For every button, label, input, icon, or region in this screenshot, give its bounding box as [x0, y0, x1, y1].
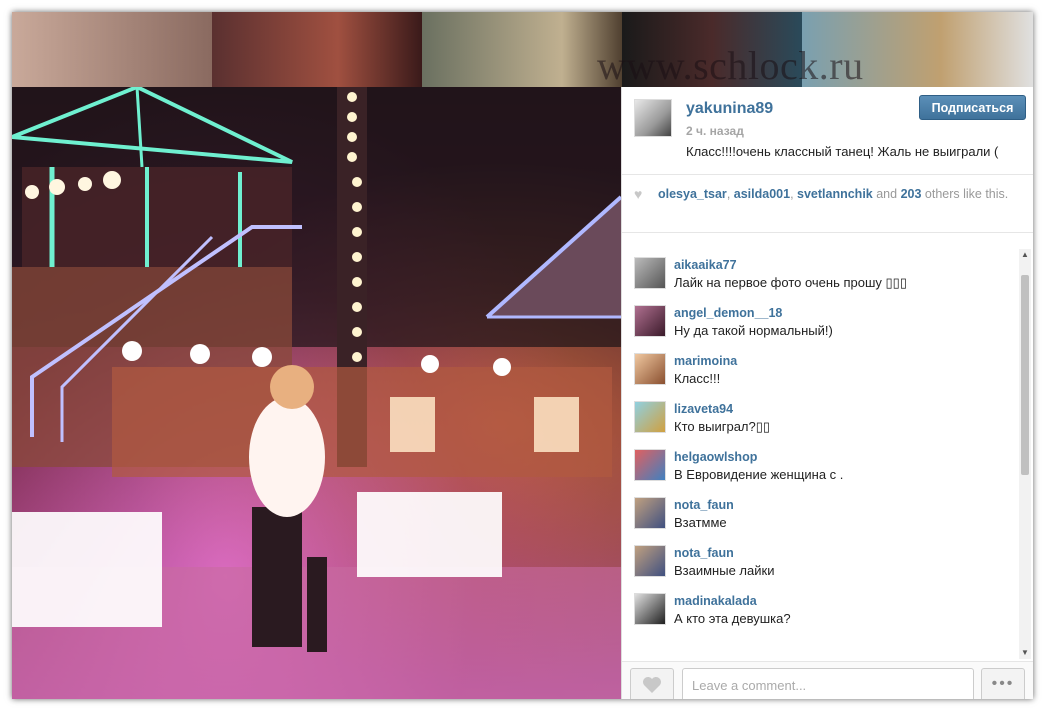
heart-icon — [643, 677, 661, 693]
likes-separator: , — [790, 187, 798, 201]
heart-icon: ♥ — [634, 186, 643, 202]
like-user-link[interactable]: svetlannchik — [797, 187, 873, 201]
comment-username[interactable]: nota_faun — [674, 546, 734, 560]
watermark-text: www.schlock.ru — [597, 43, 864, 88]
more-options-button[interactable]: ••• — [981, 668, 1025, 699]
comment-footer: ••• — [622, 661, 1033, 699]
post-caption: Класс!!!!очень классный танец! Жаль не в… — [686, 144, 999, 159]
comment-username[interactable]: angel_demon__18 — [674, 306, 782, 320]
commenter-avatar[interactable] — [634, 449, 666, 481]
thumbnail — [422, 12, 622, 87]
photo-lightbox: www.schlock.ru yakunina89 2 ч. назад Кла… — [12, 12, 1033, 699]
owner-avatar[interactable] — [634, 99, 672, 137]
follow-button[interactable]: Подписаться — [919, 95, 1026, 120]
comment-list[interactable]: aikaaika77 Лайк на первое фото очень про… — [622, 245, 1033, 661]
comment-text: В Евровидение женщина с . — [674, 467, 844, 482]
commenter-avatar[interactable] — [634, 257, 666, 289]
comment-username[interactable]: helgaowlshop — [674, 450, 757, 464]
comment-username[interactable]: nota_faun — [674, 498, 734, 512]
comment-username[interactable]: aikaaika77 — [674, 258, 737, 272]
thumbnail — [212, 12, 422, 87]
likes-summary: olesya_tsar, asilda001, svetlannchik and… — [658, 186, 1018, 203]
comment-item: nota_faun Взатмме — [622, 485, 1018, 533]
comment-item: madinakalada А кто эта девушка? — [622, 581, 1018, 629]
thumbnail — [12, 12, 212, 87]
likes-others-text: others like this. — [921, 187, 1009, 201]
commenter-avatar[interactable] — [634, 497, 666, 529]
background-thumbnails — [12, 12, 1033, 87]
likes-separator: , — [726, 187, 734, 201]
comments-scrollbar[interactable]: ▲ ▼ — [1019, 249, 1031, 659]
comment-username[interactable]: madinakalada — [674, 594, 757, 608]
scroll-down-arrow-icon[interactable]: ▼ — [1019, 647, 1031, 659]
like-user-link[interactable]: olesya_tsar — [658, 187, 727, 201]
scrollbar-thumb[interactable] — [1021, 275, 1029, 475]
stage-scene-illustration — [12, 87, 621, 699]
scroll-up-arrow-icon[interactable]: ▲ — [1019, 249, 1031, 261]
likes-section: ♥ olesya_tsar, asilda001, svetlannchik a… — [622, 176, 1033, 233]
like-button[interactable] — [630, 668, 674, 699]
comment-item: helgaowlshop В Евровидение женщина с . — [622, 437, 1018, 485]
comment-item: nota_faun Взаимные лайки — [622, 533, 1018, 581]
like-user-link[interactable]: asilda001 — [734, 187, 790, 201]
commenter-avatar[interactable] — [634, 305, 666, 337]
comment-username[interactable]: marimoina — [674, 354, 737, 368]
comment-text: Взатмме — [674, 515, 727, 530]
comment-input[interactable] — [682, 668, 974, 699]
comment-username[interactable]: lizaveta94 — [674, 402, 733, 416]
likes-count[interactable]: 203 — [901, 187, 922, 201]
comment-item: lizaveta94 Кто выиграл?▯▯ — [622, 389, 1018, 437]
post-timestamp: 2 ч. назад — [686, 124, 744, 138]
comment-item: angel_demon__18 Ну да такой нормальный!) — [622, 293, 1018, 341]
comment-text: Класс!!! — [674, 371, 721, 386]
likes-and-text: and — [872, 187, 901, 201]
comment-text: Взаимные лайки — [674, 563, 775, 578]
commenter-avatar[interactable] — [634, 593, 666, 625]
comment-item: marimoina Класс!!! — [622, 341, 1018, 389]
commenter-avatar[interactable] — [634, 545, 666, 577]
post-photo[interactable] — [12, 87, 621, 699]
commenter-avatar[interactable] — [634, 401, 666, 433]
comment-text: А кто эта девушка? — [674, 611, 791, 626]
comment-text: Ну да такой нормальный!) — [674, 323, 833, 338]
comment-text: Лайк на первое фото очень прошу ▯▯▯ — [674, 275, 907, 290]
comment-text: Кто выиграл?▯▯ — [674, 419, 771, 434]
commenter-avatar[interactable] — [634, 353, 666, 385]
post-header: yakunina89 2 ч. назад Класс!!!!очень кла… — [622, 87, 1033, 175]
comment-item: aikaaika77 Лайк на первое фото очень про… — [622, 245, 1018, 293]
post-side-panel: yakunina89 2 ч. назад Класс!!!!очень кла… — [621, 87, 1033, 699]
owner-username[interactable]: yakunina89 — [686, 100, 773, 118]
